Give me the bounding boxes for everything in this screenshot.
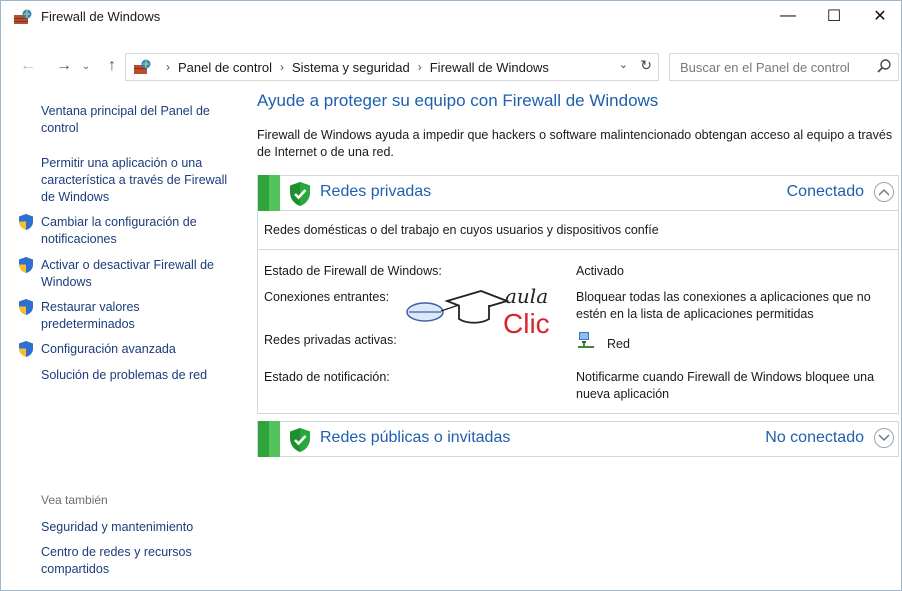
window-title: Firewall de Windows: [41, 9, 161, 24]
private-networks-status: Conectado: [786, 183, 864, 200]
watermark-text-aula: aula: [505, 284, 548, 308]
sidebar-link-advanced-settings[interactable]: Configuración avanzada: [41, 341, 231, 358]
uac-shield-icon: [19, 257, 33, 273]
private-networks-title: Redes privadas: [320, 183, 432, 200]
public-networks-title: Redes públicas o invitadas: [320, 429, 511, 446]
search-box[interactable]: Buscar en el Panel de control: [669, 53, 899, 81]
navigation-bar: ← → ⌄ ↑ › Panel de control › Sistema y s…: [1, 51, 901, 81]
sidebar-link-troubleshoot[interactable]: Solución de problemas de red: [41, 367, 231, 384]
green-shield-check-icon: [290, 428, 310, 452]
back-arrow-icon: ←: [20, 57, 36, 74]
search-placeholder: Buscar en el Panel de control: [680, 59, 850, 75]
firewall-state-label: Estado de Firewall de Windows:: [264, 264, 442, 278]
recent-locations-button[interactable]: ⌄: [79, 55, 93, 77]
uac-shield-icon: [19, 214, 33, 230]
page-title: Ayude a proteger su equipo con Firewall …: [257, 91, 659, 110]
status-color-bar: [258, 175, 280, 211]
status-color-bar: [258, 421, 280, 457]
firewall-window: Firewall de Windows — ☐ ✕ ← → ⌄ ↑ › Pane…: [0, 0, 902, 591]
watermark-text-clic: Clic: [503, 308, 550, 339]
chevron-down-icon: ⌄: [81, 60, 91, 72]
up-arrow-icon: ↑: [108, 57, 116, 74]
sidebar-link-network-center[interactable]: Centro de redes y recursos compartidos: [41, 544, 231, 578]
notification-state-value: Notificarme cuando Firewall de Windows b…: [576, 370, 875, 401]
sidebar-link-toggle-firewall[interactable]: Activar o desactivar Firewall de Windows: [41, 257, 231, 291]
forward-arrow-icon: →: [56, 57, 72, 74]
control-panel-icon: [134, 59, 151, 74]
collapse-button[interactable]: [874, 182, 894, 202]
active-private-networks-value: Red: [607, 337, 630, 351]
minimize-button[interactable]: —: [765, 1, 811, 31]
divider: [258, 249, 898, 250]
private-networks-header[interactable]: Redes privadas Conectado: [257, 175, 899, 211]
sidebar-link-security-maintenance[interactable]: Seguridad y mantenimiento: [41, 519, 231, 536]
maximize-button[interactable]: ☐: [811, 1, 857, 31]
breadcrumb-control-panel[interactable]: Panel de control: [178, 60, 272, 75]
breadcrumb-separator: ›: [279, 60, 284, 74]
notification-state-label: Estado de notificación:: [264, 370, 390, 384]
breadcrumb-system-security[interactable]: Sistema y seguridad: [292, 60, 410, 75]
minimize-icon: —: [780, 7, 796, 24]
chevron-down-icon: [878, 434, 890, 441]
sidebar-link-allow-app[interactable]: Permitir una aplicación o una caracterís…: [41, 155, 231, 206]
sidebar-link-notifications[interactable]: Cambiar la configuración de notificacion…: [41, 214, 231, 248]
private-networks-subtitle: Redes domésticas o del trabajo en cuyos …: [264, 223, 659, 237]
green-shield-check-icon: [290, 182, 310, 206]
maximize-icon: ☐: [826, 8, 842, 25]
aulaclic-watermark-logo: aula Clic: [406, 284, 550, 339]
uac-shield-icon: [19, 341, 33, 357]
breadcrumb-separator: ›: [417, 60, 422, 74]
private-networks-details: Redes domésticas o del trabajo en cuyos …: [257, 211, 899, 414]
close-icon: ✕: [873, 8, 887, 25]
search-icon[interactable]: [876, 58, 892, 74]
network-icon: [578, 332, 594, 348]
firewall-state-value: Activado: [576, 264, 624, 278]
address-bar[interactable]: › Panel de control › Sistema y seguridad…: [125, 53, 659, 81]
expand-button[interactable]: [874, 428, 894, 448]
public-networks-header[interactable]: Redes públicas o invitadas No conectado: [257, 421, 899, 457]
breadcrumb-firewall[interactable]: Firewall de Windows: [430, 60, 549, 75]
title-bar: Firewall de Windows — ☐ ✕: [1, 1, 901, 31]
firewall-app-icon: [14, 9, 32, 24]
active-private-networks-label: Redes privadas activas:: [264, 333, 397, 347]
see-also-heading: Vea también: [41, 493, 108, 507]
sidebar: Ventana principal del Panel de control P…: [1, 91, 241, 586]
public-networks-status: No conectado: [765, 429, 864, 446]
uac-shield-icon: [19, 299, 33, 315]
chevron-up-icon: [878, 189, 890, 196]
breadcrumb-separator: ›: [166, 60, 170, 74]
back-button[interactable]: ←: [17, 55, 39, 77]
sidebar-link-restore-defaults[interactable]: Restaurar valores predeterminados: [41, 299, 231, 333]
forward-button[interactable]: →: [53, 55, 75, 77]
address-dropdown-icon[interactable]: ⌄: [619, 58, 628, 71]
sidebar-link-control-panel-home[interactable]: Ventana principal del Panel de control: [41, 103, 231, 137]
page-description: Firewall de Windows ayuda a impedir que …: [257, 128, 893, 159]
up-button[interactable]: ↑: [101, 55, 123, 77]
close-button[interactable]: ✕: [857, 1, 902, 31]
refresh-icon[interactable]: ↻: [640, 57, 652, 74]
incoming-connections-label: Conexiones entrantes:: [264, 290, 390, 304]
incoming-connections-value: Bloquear todas las conexiones a aplicaci…: [576, 290, 871, 321]
